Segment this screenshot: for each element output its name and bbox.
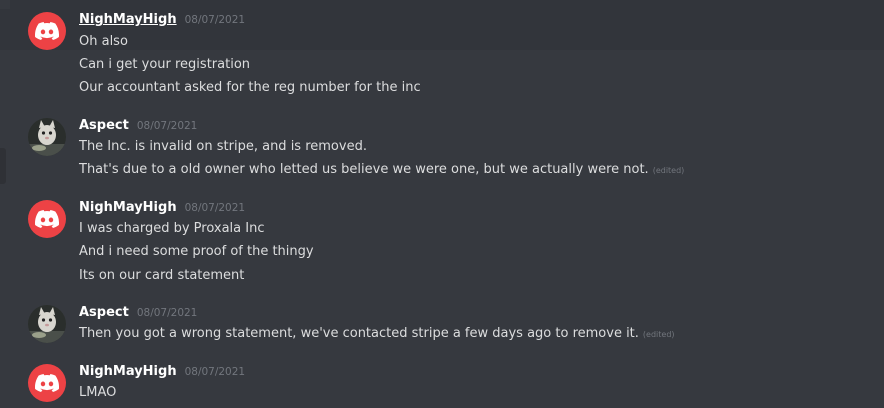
message-line: The Inc. is invalid on stripe, and is re… [79,139,367,154]
top-strip [0,0,884,9]
message-line: Oh also [79,34,128,49]
message-line: And i need some proof of the thingy [79,244,314,259]
avatar[interactable] [28,305,66,343]
edited-label[interactable]: (edited) [653,166,685,175]
username[interactable]: Aspect [79,305,129,320]
message-line: That's due to a old owner who letted us … [79,162,685,177]
timestamp[interactable]: 08/07/2021 [137,120,198,132]
avatar[interactable] [28,118,66,156]
message-header: NighMayHigh 08/07/2021 [79,12,245,30]
message-line: LMAO [79,385,117,400]
message-line: Can i get your registration [79,57,251,72]
message-header: NighMayHigh 08/07/2021 [79,200,245,218]
rail-scroll-thumb[interactable] [0,148,6,184]
avatar[interactable] [28,200,66,238]
message-header: Aspect 08/07/2021 [79,118,197,136]
avatar[interactable] [28,364,66,402]
timestamp[interactable]: 08/07/2021 [137,307,198,319]
discord-logo-icon [35,374,59,392]
message-header: Aspect 08/07/2021 [79,305,197,323]
username[interactable]: Aspect [79,118,129,133]
username[interactable]: NighMayHigh [79,12,177,27]
avatar[interactable] [28,12,66,50]
message-line: I was charged by Proxala Inc [79,221,265,236]
message-line: Our accountant asked for the reg number … [79,80,421,95]
message-header: NighMayHigh 08/07/2021 [79,364,245,382]
edited-label[interactable]: (edited) [643,330,675,339]
left-rail [0,0,10,408]
timestamp[interactable]: 08/07/2021 [185,202,246,214]
discord-logo-icon [35,22,59,40]
timestamp[interactable]: 08/07/2021 [185,14,246,26]
discord-logo-icon [35,210,59,228]
username[interactable]: NighMayHigh [79,364,177,379]
timestamp[interactable]: 08/07/2021 [185,366,246,378]
cat-photo [28,305,66,343]
username[interactable]: NighMayHigh [79,200,177,215]
message-line: Then you got a wrong statement, we've co… [79,326,675,341]
cat-photo [28,118,66,156]
message-line: Its on our card statement [79,268,245,283]
